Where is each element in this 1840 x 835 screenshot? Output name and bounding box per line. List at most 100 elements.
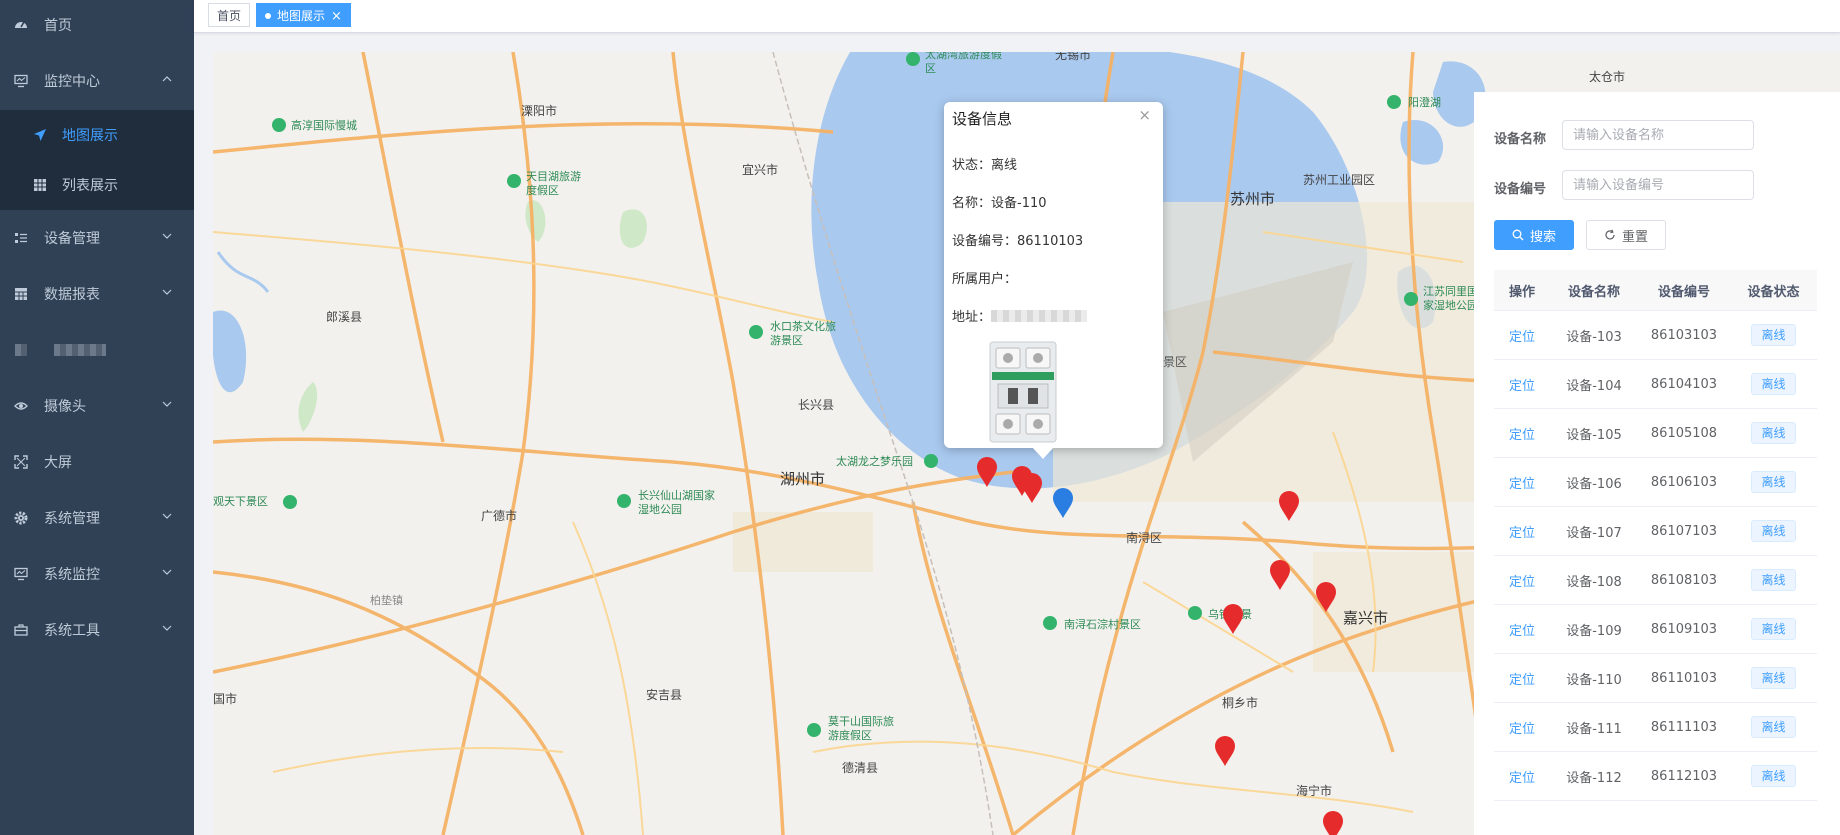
map-label-yangcheng: 阳澄湖	[1408, 96, 1441, 109]
map-label-tianxia: 观天下景区	[213, 495, 268, 508]
table-row: 定位 设备-108 86108103 离线	[1494, 556, 1817, 605]
device-code-cell: 86103103	[1650, 327, 1718, 343]
sidebar-item-system-monitor[interactable]: 系统监控	[0, 549, 194, 599]
locate-link[interactable]: 定位	[1494, 522, 1550, 541]
reset-button[interactable]: 重置	[1586, 220, 1666, 250]
column-header: 设备状态	[1747, 284, 1800, 300]
sidebar-item-system-tools[interactable]: 系统工具	[0, 605, 194, 655]
map-label-suzhou: 苏州市	[1230, 190, 1276, 208]
sidebar-item-system-management[interactable]: 系统管理	[0, 493, 194, 543]
device-name-cell: 设备-112	[1566, 770, 1622, 786]
table-row: 定位 设备-112 86112103 离线	[1494, 752, 1817, 801]
device-marker-red[interactable]	[1315, 581, 1337, 613]
scenic-poi-icon	[749, 325, 763, 339]
locate-link[interactable]: 定位	[1494, 767, 1550, 786]
popup-title: 设备信息	[952, 110, 1013, 128]
table-row: 定位 设备-103 86103103 离线	[1494, 311, 1817, 360]
device-marker-red[interactable]	[1222, 603, 1244, 635]
popup-label: 地址：	[952, 310, 992, 325]
locate-link[interactable]: 定位	[1494, 375, 1550, 394]
device-name-cell: 设备-109	[1566, 623, 1622, 639]
sidebar-item-home[interactable]: 首页	[0, 0, 194, 50]
popup-address-row: 地址：	[952, 306, 1088, 325]
map-label-nanxun: 南浔区	[1126, 531, 1163, 545]
gear-icon	[13, 510, 29, 526]
scenic-poi-icon	[924, 454, 938, 468]
device-marker-selected[interactable]	[1052, 487, 1074, 519]
column-header: 操作	[1508, 284, 1535, 300]
map-label-wuxi: 无锡市	[1055, 52, 1092, 62]
device-code-input[interactable]	[1562, 170, 1754, 200]
map-label-nanxun-scenic: 南浔石淙村景区	[1064, 618, 1141, 631]
sidebar-item-big-screen[interactable]: 大屏	[0, 437, 194, 487]
search-button[interactable]: 搜索	[1494, 220, 1574, 250]
blurred-label	[54, 344, 106, 356]
sidebar-item-data-report[interactable]: 数据报表	[0, 269, 194, 319]
locate-link[interactable]: 定位	[1494, 669, 1550, 688]
status-badge: 离线	[1751, 667, 1796, 689]
chevron-down-icon	[162, 401, 172, 407]
scenic-poi-icon	[1043, 616, 1057, 630]
map-label-taicang: 太仓市	[1589, 70, 1626, 84]
popup-label: 设备编号：	[952, 234, 1018, 249]
scenic-poi-icon	[1404, 292, 1418, 306]
blurred-icon	[13, 342, 29, 358]
locate-link[interactable]: 定位	[1494, 571, 1550, 590]
device-name-input[interactable]	[1562, 120, 1754, 150]
tags-view-bar: 首页 地图展示 ×	[194, 0, 1840, 33]
scenic-poi-icon	[272, 118, 286, 132]
scenic-poi-icon	[283, 495, 297, 509]
list-icon	[13, 230, 29, 246]
sidebar-item-map-display[interactable]: 地图展示	[0, 110, 194, 160]
device-name-cell: 设备-106	[1566, 476, 1622, 492]
table-row: 定位 设备-107 86107103 离线	[1494, 507, 1817, 556]
sidebar-item-label: 摄像头	[44, 399, 86, 415]
map-label-jiaxing: 嘉兴市	[1343, 609, 1389, 627]
grid-icon	[32, 177, 48, 193]
device-marker-red[interactable]	[1021, 472, 1043, 504]
locate-link[interactable]: 定位	[1494, 718, 1550, 737]
dashboard-icon	[13, 17, 29, 33]
tag-map-display[interactable]: 地图展示 ×	[256, 3, 351, 27]
device-name-cell: 设备-104	[1566, 378, 1622, 394]
device-name-cell: 设备-103	[1566, 329, 1622, 345]
tag-home[interactable]: 首页	[208, 3, 251, 27]
device-marker-red[interactable]	[1269, 559, 1291, 591]
table-row: 定位 设备-110 86110103 离线	[1494, 654, 1817, 703]
locate-link[interactable]: 定位	[1494, 326, 1550, 345]
sidebar-item-list-display[interactable]: 列表展示	[0, 160, 194, 210]
device-code-label: 设备编号	[1494, 182, 1547, 197]
sidebar-item-blurred[interactable]	[0, 325, 194, 375]
locate-link[interactable]: 定位	[1494, 620, 1550, 639]
popup-label: 状态：	[952, 158, 992, 173]
chevron-down-icon	[162, 569, 172, 575]
monitor-icon	[13, 566, 29, 582]
sidebar-item-monitor-center[interactable]: 监控中心	[0, 56, 194, 106]
close-icon[interactable]: ×	[1138, 106, 1151, 124]
scenic-poi-icon	[1387, 95, 1401, 109]
map-label-changxing: 长兴县	[798, 398, 835, 412]
status-badge: 离线	[1751, 716, 1796, 738]
sidebar-item-camera[interactable]: 摄像头	[0, 381, 194, 431]
device-marker-red[interactable]	[1278, 490, 1300, 522]
map-label-taihulong: 太湖龙之梦乐园	[836, 455, 913, 468]
sidebar-item-label: 列表展示	[62, 178, 118, 194]
locate-link[interactable]: 定位	[1494, 424, 1550, 443]
close-icon[interactable]: ×	[331, 9, 342, 24]
device-marker-red[interactable]	[976, 456, 998, 488]
table-row: 定位 设备-109 86109103 离线	[1494, 605, 1817, 654]
device-name-cell: 设备-107	[1566, 525, 1622, 541]
device-marker-red[interactable]	[1214, 735, 1236, 767]
map-label-guangde: 广德市	[481, 509, 518, 523]
scenic-poi-icon	[507, 174, 521, 188]
locate-link[interactable]: 定位	[1494, 473, 1550, 492]
sidebar-item-label: 监控中心	[44, 74, 100, 90]
device-name-cell: 设备-111	[1566, 721, 1622, 737]
chevron-down-icon	[162, 233, 172, 239]
fullscreen-icon	[13, 454, 29, 470]
map-label-changxing-wetland: 长兴仙山湖国家湿地公园	[638, 489, 715, 516]
sidebar-item-label: 系统监控	[44, 567, 100, 583]
sidebar-item-device-management[interactable]: 设备管理	[0, 213, 194, 263]
device-info-popup: 设备信息 × 状态：离线 名称：设备-110 设备编号：86110103 所属用…	[944, 102, 1163, 459]
device-marker-red[interactable]	[1322, 810, 1344, 835]
